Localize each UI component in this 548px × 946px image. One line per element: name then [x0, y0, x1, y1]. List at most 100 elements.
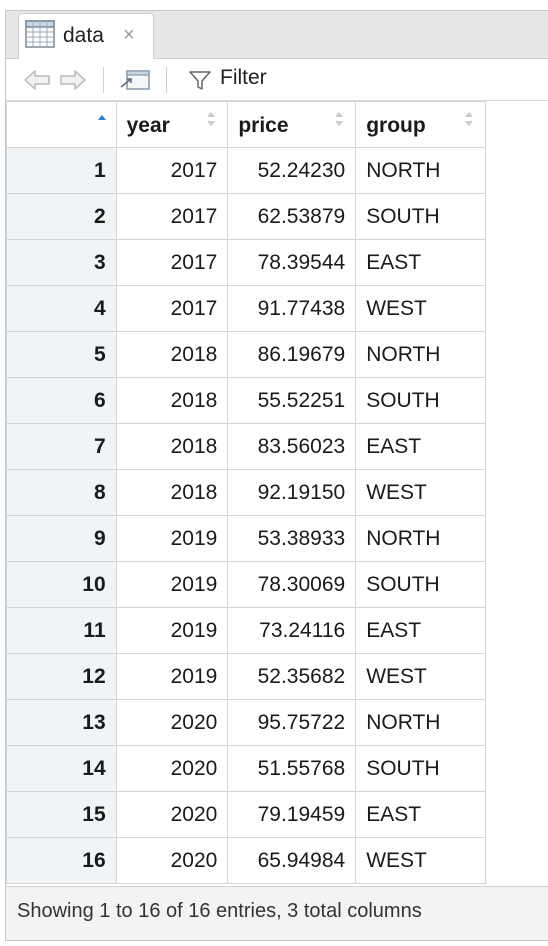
sort-arrows-icon [335, 112, 344, 126]
table-row: 14 2020 51.55768 SOUTH [6, 745, 486, 792]
header-year[interactable]: year [115, 101, 229, 148]
cell-group: WEST [355, 837, 486, 884]
cell-year: 2019 [115, 653, 229, 700]
forward-arrow-icon[interactable] [58, 67, 88, 93]
cell-price: 52.35682 [227, 653, 357, 700]
cell-year: 2018 [115, 423, 229, 470]
close-icon[interactable]: × [123, 24, 135, 46]
table-row: 8 2018 92.19150 WEST [6, 469, 486, 516]
filter-button-label[interactable]: Filter [220, 66, 267, 90]
cell-price: 78.39544 [227, 239, 357, 286]
cell-price: 55.52251 [227, 377, 357, 424]
row-number: 2 [6, 193, 117, 240]
cell-group: NORTH [355, 147, 486, 194]
cell-price: 62.53879 [227, 193, 357, 240]
cell-group: EAST [355, 239, 486, 286]
cell-group: SOUTH [355, 561, 486, 608]
cell-year: 2020 [115, 745, 229, 792]
table-row: 10 2019 78.30069 SOUTH [6, 561, 486, 608]
table-row: 1 2017 52.24230 NORTH [6, 147, 486, 194]
cell-group: SOUTH [355, 377, 486, 424]
row-number: 1 [6, 147, 117, 194]
table-grid-icon [25, 20, 55, 48]
cell-price: 52.24230 [227, 147, 357, 194]
row-number: 9 [6, 515, 117, 562]
show-in-new-window-icon[interactable] [118, 67, 152, 93]
cell-group: SOUTH [355, 745, 486, 792]
cell-group: WEST [355, 653, 486, 700]
cell-year: 2019 [115, 607, 229, 654]
cell-year: 2017 [115, 239, 229, 286]
cell-group: EAST [355, 607, 486, 654]
row-number: 13 [6, 699, 117, 746]
header-group[interactable]: group [355, 101, 486, 148]
cell-year: 2017 [115, 193, 229, 240]
header-price[interactable]: price [227, 101, 357, 148]
row-number: 8 [6, 469, 117, 516]
cell-year: 2018 [115, 377, 229, 424]
cell-group: NORTH [355, 515, 486, 562]
row-number: 7 [6, 423, 117, 470]
cell-price: 78.30069 [227, 561, 357, 608]
cell-price: 92.19150 [227, 469, 357, 516]
table-row: 16 2020 65.94984 WEST [6, 837, 486, 884]
cell-price: 86.19679 [227, 331, 357, 378]
cell-year: 2018 [115, 331, 229, 378]
tab-data[interactable]: data × [18, 13, 154, 59]
cell-price: 73.24116 [227, 607, 357, 654]
tab-title: data [63, 24, 104, 47]
cell-group: WEST [355, 469, 486, 516]
table-row: 12 2019 52.35682 WEST [6, 653, 486, 700]
cell-year: 2020 [115, 837, 229, 884]
cell-group: WEST [355, 285, 486, 332]
cell-group: EAST [355, 791, 486, 838]
cell-year: 2019 [115, 561, 229, 608]
row-number: 3 [6, 239, 117, 286]
back-arrow-icon[interactable] [22, 67, 52, 93]
column-header-label: year [126, 114, 170, 137]
row-number: 15 [6, 791, 117, 838]
table-row: 7 2018 83.56023 EAST [6, 423, 486, 470]
cell-year: 2020 [115, 791, 229, 838]
sort-ascending-icon [97, 115, 106, 120]
table-row: 5 2018 86.19679 NORTH [6, 331, 486, 378]
table-row: 15 2020 79.19459 EAST [6, 791, 486, 838]
cell-group: SOUTH [355, 193, 486, 240]
cell-price: 91.77438 [227, 285, 357, 332]
cell-price: 53.38933 [227, 515, 357, 562]
row-number: 5 [6, 331, 117, 378]
row-number: 4 [6, 285, 117, 332]
cell-group: NORTH [355, 699, 486, 746]
table-row: 9 2019 53.38933 NORTH [6, 515, 486, 562]
row-number: 6 [6, 377, 117, 424]
sort-arrows-icon [207, 112, 216, 126]
cell-year: 2020 [115, 699, 229, 746]
cell-price: 65.94984 [227, 837, 357, 884]
cell-price: 79.19459 [227, 791, 357, 838]
cell-group: NORTH [355, 331, 486, 378]
table-row: 13 2020 95.75722 NORTH [6, 699, 486, 746]
table-row: 4 2017 91.77438 WEST [6, 285, 486, 332]
toolbar-separator [166, 67, 167, 93]
cell-year: 2019 [115, 515, 229, 562]
data-table: year price group 1 2017 52.24230 NORTH 2… [6, 101, 486, 884]
header-rownum[interactable] [6, 101, 117, 148]
column-header-label: group [366, 114, 426, 137]
table-row: 2 2017 62.53879 SOUTH [6, 193, 486, 240]
sort-arrows-icon [465, 112, 473, 126]
entries-status: Showing 1 to 16 of 16 entries, 3 total c… [17, 900, 422, 922]
filter-funnel-icon[interactable] [188, 67, 212, 93]
row-number: 10 [6, 561, 117, 608]
cell-price: 95.75722 [227, 699, 357, 746]
cell-year: 2017 [115, 147, 229, 194]
table-row: 6 2018 55.52251 SOUTH [6, 377, 486, 424]
data-grid: year price group 1 2017 52.24230 NORTH 2… [6, 101, 486, 884]
cell-group: EAST [355, 423, 486, 470]
tab-strip: data × [6, 11, 548, 59]
header-row: year price group [6, 101, 486, 148]
cell-price: 51.55768 [227, 745, 357, 792]
row-number: 14 [6, 745, 117, 792]
data-viewer-pane: data × Filter year price group 1 2017 52… [5, 10, 548, 941]
status-footer: Showing 1 to 16 of 16 entries, 3 total c… [6, 886, 548, 940]
toolbar: Filter [6, 59, 548, 101]
